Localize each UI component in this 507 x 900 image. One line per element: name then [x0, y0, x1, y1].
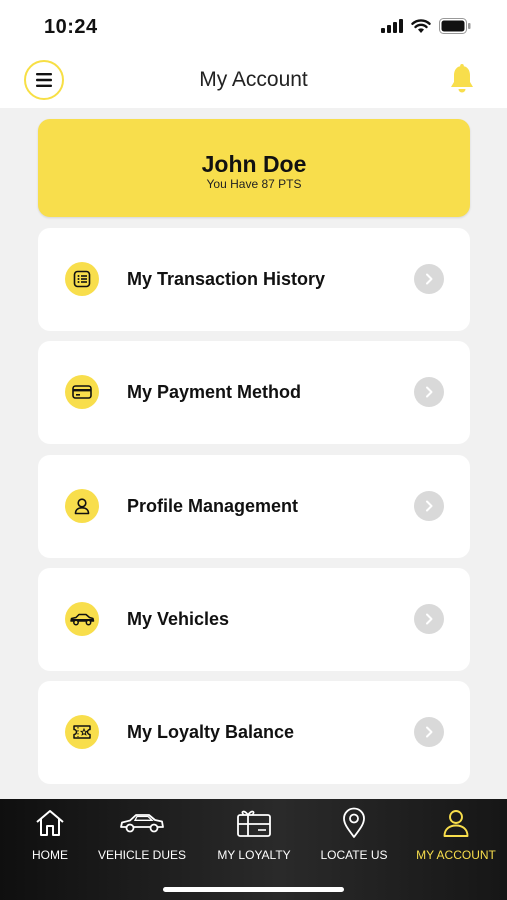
tab-vehicle-dues[interactable]: VEHICLE DUES — [96, 807, 188, 862]
menu-item-loyalty-balance[interactable]: My Loyalty Balance — [38, 681, 470, 784]
tab-label: VEHICLE DUES — [97, 848, 187, 862]
bottom-tab-bar: HOME VEHICLE DUES MY LOYALTY LOCATE US M… — [0, 799, 507, 900]
page-title: My Account — [199, 68, 308, 91]
menu-item-label: My Transaction History — [127, 269, 326, 289]
tab-label: MY ACCOUNT — [416, 848, 496, 862]
menu-item-profile-management[interactable]: Profile Management — [38, 455, 470, 558]
menu-item-label: My Payment Method — [127, 382, 302, 402]
points-balance: You Have 87 PTS — [206, 177, 302, 191]
tab-my-account[interactable]: MY ACCOUNT — [412, 807, 500, 862]
tab-my-loyalty[interactable]: MY LOYALTY — [210, 807, 298, 862]
home-icon — [36, 810, 64, 836]
chevron-right-icon — [426, 726, 433, 738]
location-pin-icon — [343, 807, 365, 838]
ticket-icon — [73, 725, 91, 739]
tab-locate-us[interactable]: LOCATE US — [318, 807, 390, 862]
menu-item-label: My Loyalty Balance — [127, 722, 295, 742]
chevron-right-button[interactable] — [414, 491, 444, 521]
tab-label: MY LOYALTY — [217, 848, 291, 862]
notifications-button[interactable] — [449, 64, 475, 99]
status-time: 10:24 — [44, 16, 98, 38]
user-icon — [74, 498, 90, 515]
app-header: My Account — [0, 56, 507, 108]
menu-item-label: My Vehicles — [127, 609, 230, 629]
chevron-right-icon — [426, 386, 433, 398]
status-bar: 10:24 — [0, 0, 507, 56]
car-icon — [120, 814, 164, 833]
menu-item-label: Profile Management — [127, 496, 299, 516]
battery-icon — [439, 18, 471, 34]
chevron-right-button[interactable] — [414, 604, 444, 634]
menu-item-payment-method[interactable]: My Payment Method — [38, 341, 470, 444]
signal-icon — [381, 19, 403, 33]
user-name: John Doe — [201, 151, 307, 177]
chevron-right-button[interactable] — [414, 264, 444, 294]
car-icon — [70, 613, 95, 626]
chevron-right-icon — [426, 500, 433, 512]
menu-item-transaction-history[interactable]: My Transaction History — [38, 228, 470, 331]
tab-home[interactable]: HOME — [22, 807, 78, 862]
chevron-right-button[interactable] — [414, 717, 444, 747]
chevron-right-button[interactable] — [414, 377, 444, 407]
credit-card-icon — [72, 385, 92, 399]
user-icon — [443, 810, 469, 837]
menu-item-vehicles[interactable]: My Vehicles — [38, 568, 470, 671]
chevron-right-icon — [426, 273, 433, 285]
tab-label: LOCATE US — [320, 848, 388, 862]
profile-card: John Doe You Have 87 PTS — [38, 119, 470, 217]
home-indicator[interactable] — [163, 887, 344, 892]
chevron-right-icon — [426, 613, 433, 625]
bell-icon — [451, 64, 473, 93]
list-icon — [73, 270, 91, 288]
wifi-icon — [411, 18, 431, 33]
gift-card-icon — [237, 810, 271, 837]
tab-label: HOME — [32, 848, 68, 862]
